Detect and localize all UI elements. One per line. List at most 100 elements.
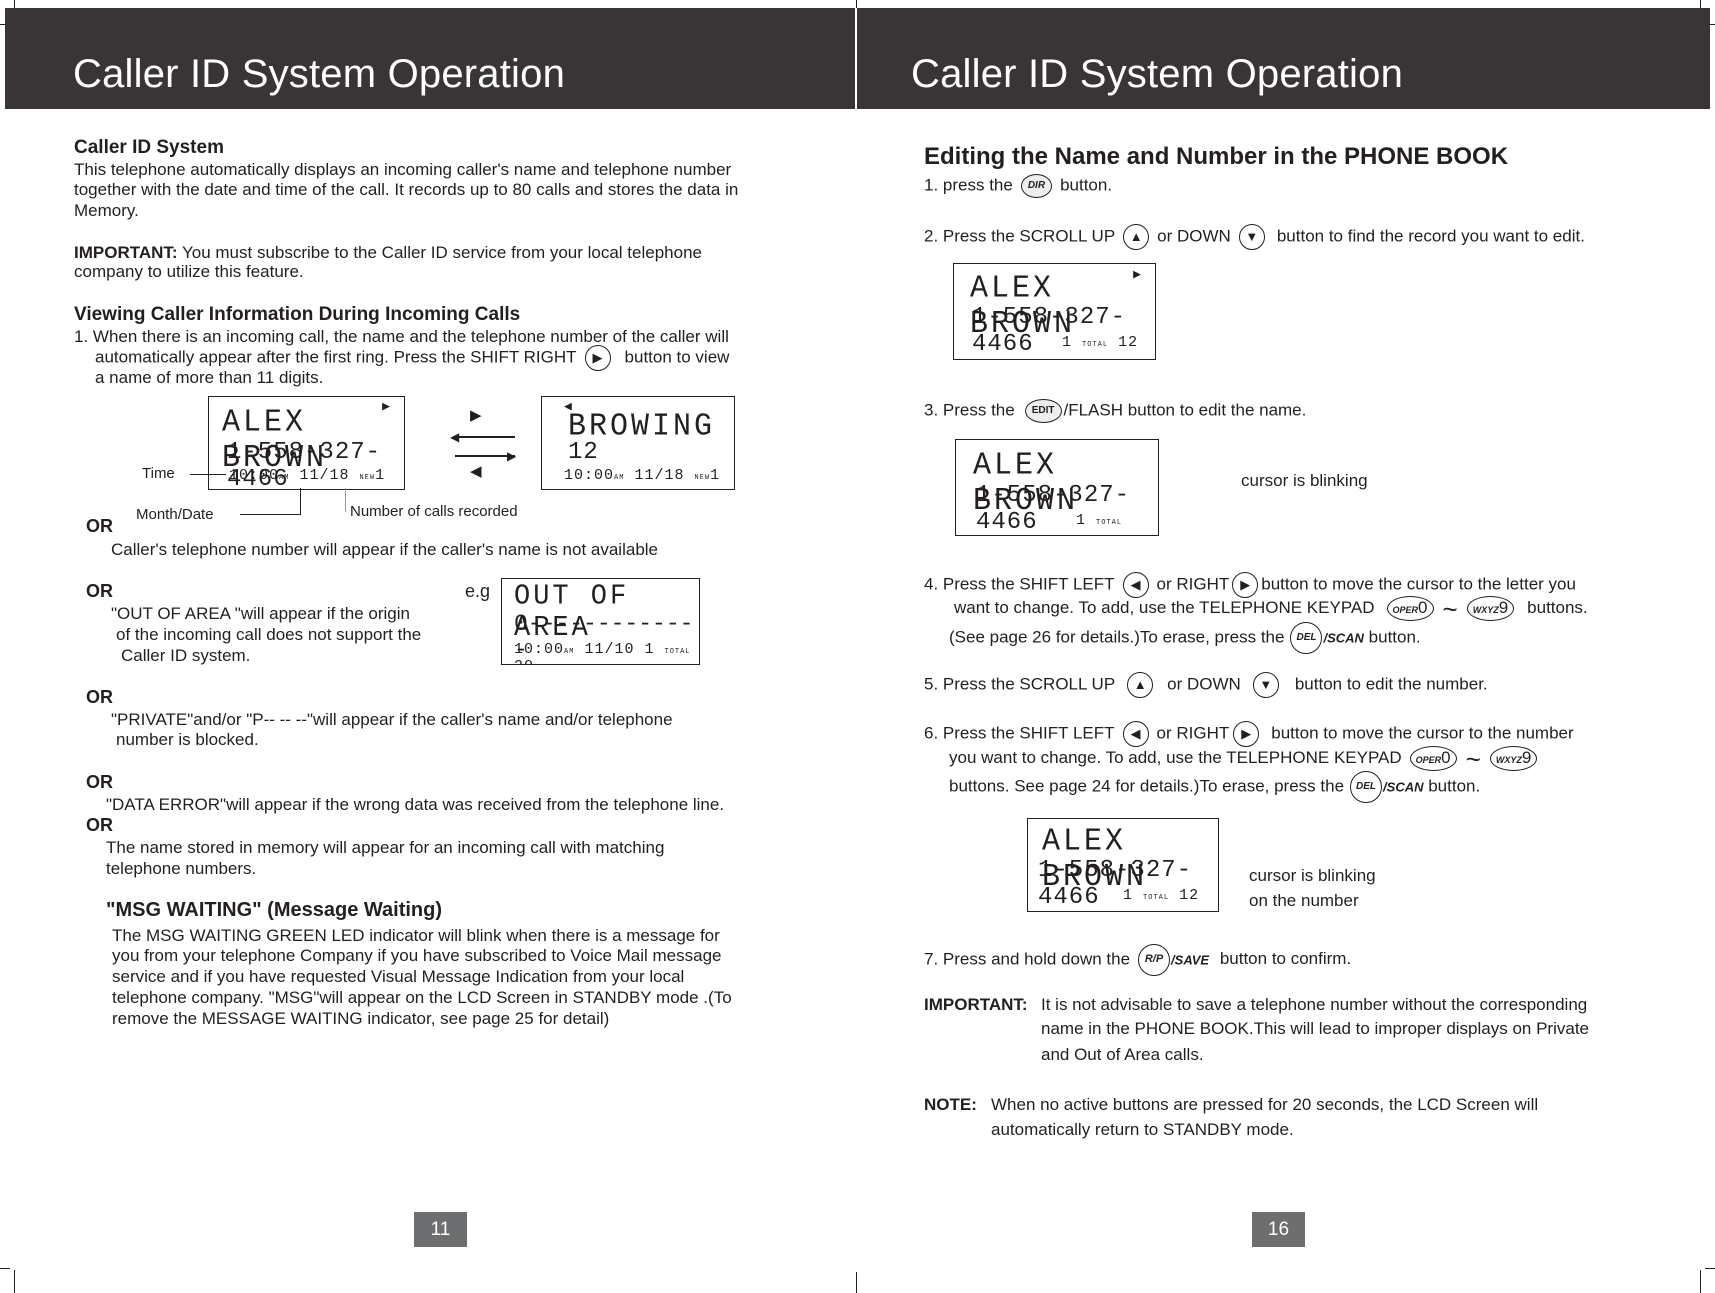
step-4-line: (See page 26 for details.)To erase, pres… [949,622,1421,654]
msg-text: telephone company. "MSG"will appear on t… [112,988,732,1007]
left-long-arrow-icon [455,436,515,438]
lcd-status-line: 1 TOTAL 12 [1062,334,1139,351]
label-month-date: Month/Date [136,506,214,523]
oper-0-button-icon: OPER0 [1409,746,1457,771]
important-text: You must subscribe to the Caller ID serv… [177,243,702,262]
scroll-up-icon: ▲ [1127,672,1154,698]
page-number-left: 11 [414,1212,467,1247]
important-text: It is not advisable to save a telephone … [1041,995,1588,1014]
lcd-number: 1-558-327-4466 [976,482,1131,536]
right-long-arrow-icon [455,455,515,457]
editing-title: Editing the Name and Number in the PHONE… [924,143,1509,170]
lcd-number: 12 [568,439,599,466]
crop-mark [14,0,15,8]
crop-mark [1705,1268,1715,1269]
step-2: 2. Press the SCROLL UP ▲ or DOWN ▼ button to… [924,224,1585,250]
shift-right-icon: ▶ [584,345,611,371]
step-6-line: you want to change. To add, use the TELE… [949,746,1540,772]
or-label: OR [86,772,113,792]
leader-line [345,488,346,512]
crop-mark [0,1268,10,1269]
leader-line [300,488,301,515]
right-arrow-icon: ▶ [470,407,482,424]
left-page-title: Caller ID System Operation [73,52,566,96]
shift-left-icon: ◀ [1122,572,1149,598]
step-4-line: want to change. To add, use the TELEPHON… [954,593,1588,624]
msg-text: service and if you have requested Visual… [112,967,685,986]
or-text: "PRIVATE"and/or "P-- -- --"will appear i… [111,710,673,729]
or-text: telephone numbers. [106,859,257,878]
step-3: 3. Press the EDIT/FLASH button to edit th… [924,399,1306,423]
eg-label: e.g [465,581,491,601]
label-time: Time [142,465,175,482]
msg-text: The MSG WAITING GREEN LED indicator will… [112,926,720,945]
or-text: Caller ID system. [121,646,251,665]
note-text: When no active buttons are pressed for 2… [991,1095,1539,1114]
or-text: number is blocked. [116,730,259,749]
shift-right-icon: ▶ [1233,721,1260,747]
lcd-display-edit-name: ALEX BROWN 1-558-327-4466 1 TOTAL [955,439,1159,536]
body-line: Memory. [74,201,139,220]
scroll-down-icon: ▼ [1238,224,1265,250]
edit-button-icon: EDIT [1024,399,1062,423]
msg-text: you from your telephone Company if you h… [112,946,722,965]
right-page-title: Caller ID System Operation [911,52,1404,96]
left-arrow-icon: ◀ [470,463,482,480]
body-line: This telephone automatically displays an… [74,160,732,179]
step-7: 7. Press and hold down the R/P/SAVE butto… [924,944,1351,976]
step-6-line: buttons. See page 24 for details.)To era… [949,771,1480,803]
or-text: Caller's telephone number will appear if… [111,540,659,559]
or-label: OR [86,687,113,707]
lcd-display-scrolled: ◀ BROWING 12 10:00AM 11/18 NEW1 [541,396,735,490]
or-label: OR [86,516,113,536]
lcd-display-out-of-area: OUT OF AREA 0------------- 10:00AM 11/10… [501,578,700,665]
important-text: and Out of Area calls. [1041,1045,1204,1064]
crop-mark [856,1272,857,1293]
msg-waiting-title: "MSG WAITING" (Message Waiting) [106,899,443,921]
crop-mark [1700,1270,1701,1293]
left-header-bar: Caller ID System Operation [5,8,855,109]
lcd-status-line: 10:00AM 11/18 NEW1 [564,467,721,484]
important-label: IMPORTANT: [924,995,1028,1014]
shift-left-icon: ◀ [1122,721,1149,747]
shift-right-icon: ▶ [1232,572,1259,598]
lcd-display-edit-number: ALEX BROWN 1-558-327-4466 1 TOTAL 12 [1027,818,1219,912]
lcd-status-line: 1 TOTAL [1076,512,1123,529]
right-header-bar: Caller ID System Operation [857,8,1710,109]
page-number-right: 16 [1252,1212,1305,1247]
or-text: of the incoming call does not support th… [116,625,422,644]
lcd-display-record: ▶ ALEX BROWN 1-558-327-4466 1 TOTAL 12 [953,263,1156,360]
important-text: name in the PHONE BOOK.This will lead to… [1041,1019,1590,1038]
crop-mark [1700,0,1701,8]
step-text: automatically appear after the first rin… [95,347,577,367]
cursor-blinking-note: on the number [1249,891,1359,910]
or-text: "OUT OF AREA "will appear if the origin [111,604,410,623]
tilde: ~ [1442,593,1458,624]
dir-button-icon: DIR [1020,174,1053,198]
step-1: 1. press the DIR button. [924,174,1112,198]
msg-text: remove the MESSAGE WAITING indicator, se… [112,1009,610,1028]
note-text: automatically return to STANDBY mode. [991,1120,1294,1139]
lcd-status-line: 10:00AM 11/10 1 TOTAL 20 [514,641,691,664]
body-line: together with the date and time of the c… [74,180,739,199]
label-calls-recorded: Number of calls recorded [350,503,518,520]
step-line: a name of more than 11 digits. [95,368,324,387]
section-title-viewing: Viewing Caller Information During Incomi… [74,304,521,325]
section-title-caller-id: Caller ID System [74,137,224,158]
or-label: OR [86,581,113,601]
arrowhead: ◀ [450,430,460,444]
wxyz-9-button-icon: WXYZ9 [1466,596,1515,621]
arrowhead: ▶ [507,449,517,463]
scroll-down-icon: ▼ [1252,672,1279,698]
step-4: 4. Press the SHIFT LEFT ◀ or RIGHT ▶ button … [924,572,1576,598]
cursor-blinking-note: cursor is blinking [1249,866,1376,885]
crop-mark [14,1270,15,1293]
cursor-blinking-note: cursor is blinking [1241,471,1368,490]
del-button-icon: DEL [1290,622,1323,654]
body-line: company to utilize this feature. [74,262,304,281]
del-button-icon: DEL [1350,771,1383,803]
crop-mark [856,0,857,8]
lcd-status-line: 10:00AM 11/18 NEW1 [229,467,386,484]
or-text: The name stored in memory will appear fo… [106,838,665,857]
step-5: 5. Press the SCROLL UP ▲ or DOWN ▼ button to… [924,672,1488,698]
